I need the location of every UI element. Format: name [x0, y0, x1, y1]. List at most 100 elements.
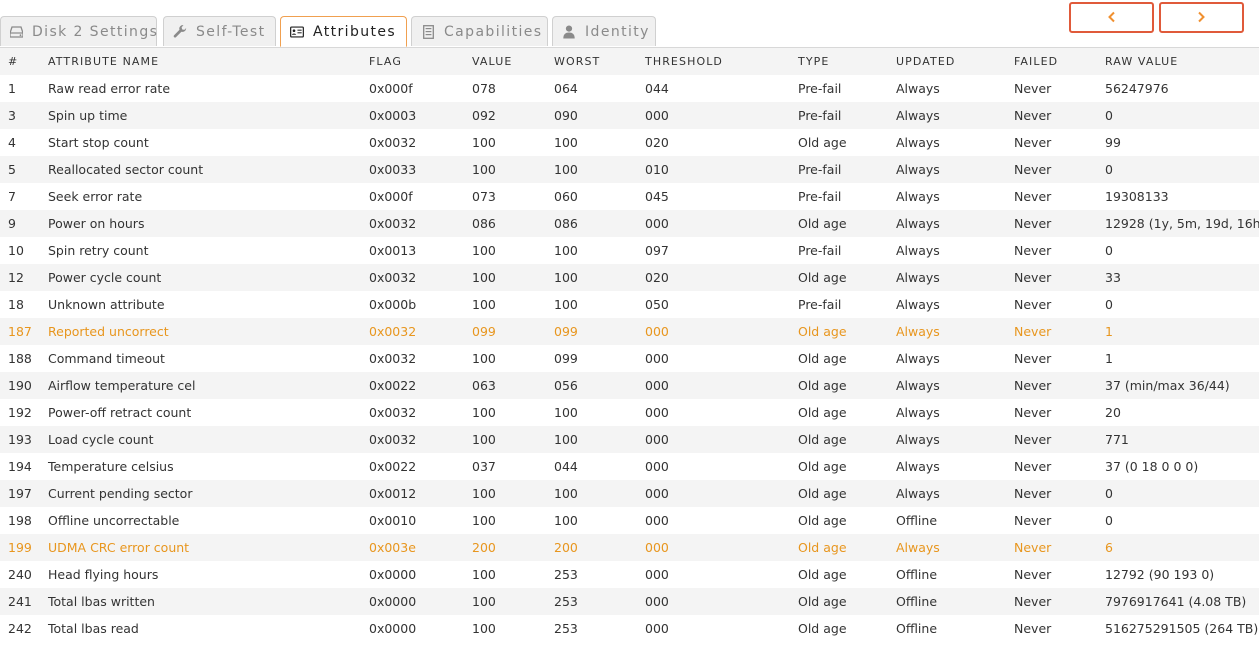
cell-type: Old age: [798, 345, 896, 372]
cell-value: 037: [472, 453, 554, 480]
cell-raw-value: 37 (0 18 0 0 0): [1105, 453, 1259, 480]
cell-raw-value: 771: [1105, 426, 1259, 453]
cell-type: Old age: [798, 507, 896, 534]
tab-identity[interactable]: Identity: [552, 16, 656, 46]
cell-attribute-id: 10: [0, 237, 48, 264]
tab-self-test[interactable]: Self-Test: [163, 16, 276, 46]
cell-updated: Offline: [896, 561, 1014, 588]
tab-label: Disk 2 Settings: [32, 23, 159, 40]
cell-value: 100: [472, 156, 554, 183]
cell-attribute-name: Power cycle count: [48, 264, 369, 291]
cell-value: 100: [472, 399, 554, 426]
column-header-threshold: THRESHOLD: [645, 48, 798, 75]
table-row: 3 Spin up time 0x0003 092 090 000 Pre-fail Alwa…: [0, 102, 1259, 129]
cell-failed: Never: [1014, 534, 1105, 561]
cell-attribute-name: Current pending sector: [48, 480, 369, 507]
cell-threshold: 045: [645, 183, 798, 210]
cell-attribute-id: 242: [0, 615, 48, 642]
cell-threshold: 044: [645, 75, 798, 102]
cell-type: Pre-fail: [798, 75, 896, 102]
cell-worst: 100: [554, 507, 645, 534]
cell-attribute-name: Seek error rate: [48, 183, 369, 210]
cell-flag: 0x0022: [369, 372, 472, 399]
cell-threshold: 020: [645, 129, 798, 156]
cell-type: Pre-fail: [798, 156, 896, 183]
cell-attribute-id: 193: [0, 426, 48, 453]
cell-updated: Always: [896, 102, 1014, 129]
tab-disk-settings[interactable]: Disk 2 Settings: [0, 16, 157, 46]
cell-updated: Always: [896, 318, 1014, 345]
previous-button[interactable]: [1069, 2, 1154, 33]
cell-attribute-name: Start stop count: [48, 129, 369, 156]
cell-attribute-id: 197: [0, 480, 48, 507]
cell-type: Old age: [798, 453, 896, 480]
column-header-raw-value: RAW VALUE: [1105, 48, 1259, 75]
cell-value: 092: [472, 102, 554, 129]
cell-flag: 0x0012: [369, 480, 472, 507]
table-row: 193 Load cycle count 0x0032 100 100 000 Old ag…: [0, 426, 1259, 453]
cell-attribute-id: 187: [0, 318, 48, 345]
cell-worst: 099: [554, 345, 645, 372]
tab-capabilities[interactable]: Capabilities: [411, 16, 548, 46]
cell-type: Old age: [798, 372, 896, 399]
cell-attribute-id: 199: [0, 534, 48, 561]
tab-bar: Disk 2 Settings Self-Test Attributes Cap…: [0, 0, 1259, 48]
cell-threshold: 010: [645, 156, 798, 183]
cell-type: Old age: [798, 318, 896, 345]
cell-attribute-name: UDMA CRC error count: [48, 534, 369, 561]
wrench-icon: [173, 24, 187, 39]
cell-failed: Never: [1014, 480, 1105, 507]
cell-raw-value: 20: [1105, 399, 1259, 426]
cell-attribute-id: 241: [0, 588, 48, 615]
cell-value: 099: [472, 318, 554, 345]
cell-failed: Never: [1014, 237, 1105, 264]
next-button[interactable]: [1159, 2, 1244, 33]
cell-failed: Never: [1014, 129, 1105, 156]
cell-value: 100: [472, 237, 554, 264]
cell-attribute-name: Spin up time: [48, 102, 369, 129]
cell-failed: Never: [1014, 561, 1105, 588]
cell-threshold: 000: [645, 372, 798, 399]
cell-failed: Never: [1014, 345, 1105, 372]
cell-raw-value: 12792 (90 193 0): [1105, 561, 1259, 588]
cell-attribute-id: 9: [0, 210, 48, 237]
table-row: 7 Seek error rate 0x000f 073 060 045 Pre-fail A…: [0, 183, 1259, 210]
cell-worst: 100: [554, 291, 645, 318]
cell-raw-value: 6: [1105, 534, 1259, 561]
cell-value: 100: [472, 480, 554, 507]
cell-updated: Always: [896, 264, 1014, 291]
cell-flag: 0x0032: [369, 264, 472, 291]
cell-worst: 100: [554, 156, 645, 183]
cell-attribute-name: Raw read error rate: [48, 75, 369, 102]
cell-type: Old age: [798, 588, 896, 615]
table-row: 192 Power-off retract count 0x0032 100 100 00…: [0, 399, 1259, 426]
cell-type: Old age: [798, 480, 896, 507]
cell-threshold: 000: [645, 318, 798, 345]
cell-flag: 0x0032: [369, 318, 472, 345]
user-icon: [562, 25, 576, 39]
cell-threshold: 000: [645, 453, 798, 480]
cell-attribute-id: 4: [0, 129, 48, 156]
cell-attribute-name: Command timeout: [48, 345, 369, 372]
cell-flag: 0x0022: [369, 453, 472, 480]
cell-failed: Never: [1014, 507, 1105, 534]
cell-updated: Always: [896, 183, 1014, 210]
tab-attributes[interactable]: Attributes: [280, 16, 407, 47]
column-header-type: TYPE: [798, 48, 896, 75]
cell-threshold: 000: [645, 534, 798, 561]
cell-threshold: 020: [645, 264, 798, 291]
cell-failed: Never: [1014, 372, 1105, 399]
cell-flag: 0x0010: [369, 507, 472, 534]
cell-type: Pre-fail: [798, 237, 896, 264]
cell-raw-value: 19308133: [1105, 183, 1259, 210]
cell-value: 100: [472, 561, 554, 588]
table-row: 4 Start stop count 0x0032 100 100 020 Old age A…: [0, 129, 1259, 156]
table-row: 12 Power cycle count 0x0032 100 100 020 Old ag…: [0, 264, 1259, 291]
cell-attribute-id: 3: [0, 102, 48, 129]
cell-raw-value: 0: [1105, 237, 1259, 264]
chevron-right-icon: [1197, 8, 1206, 27]
cell-worst: 090: [554, 102, 645, 129]
cell-attribute-name: Airflow temperature cel: [48, 372, 369, 399]
cell-type: Pre-fail: [798, 102, 896, 129]
cell-attribute-name: Reported uncorrect: [48, 318, 369, 345]
